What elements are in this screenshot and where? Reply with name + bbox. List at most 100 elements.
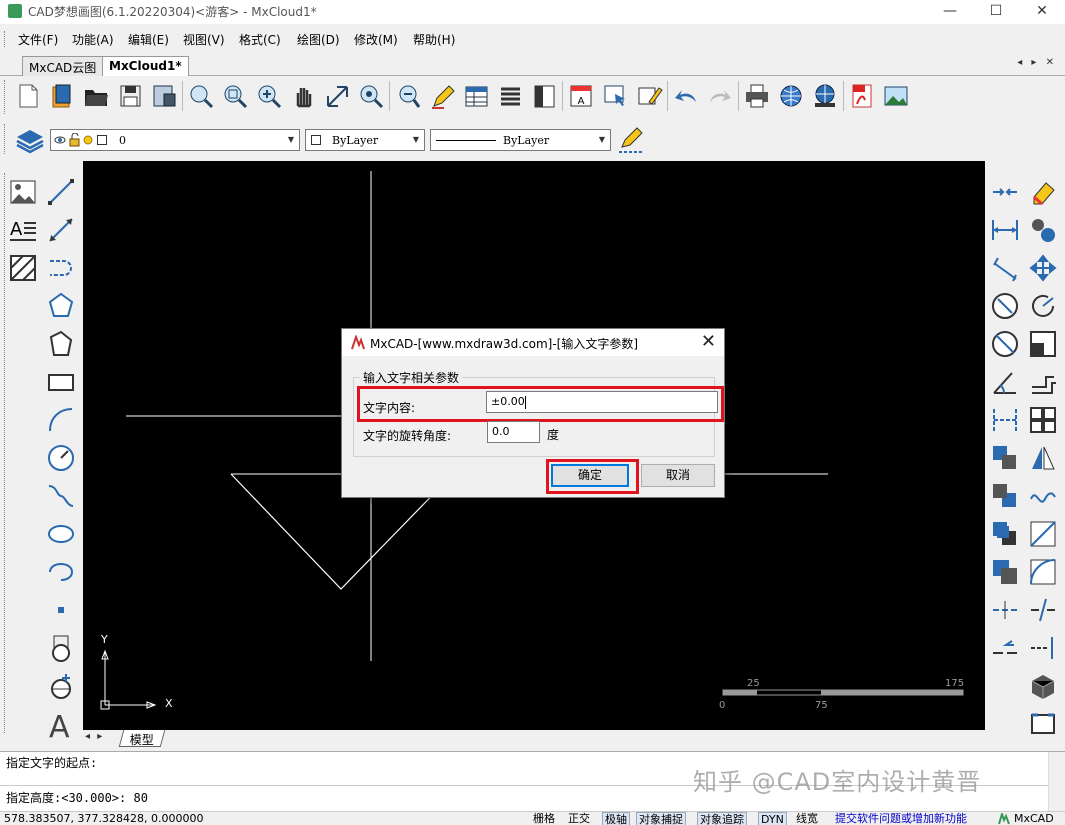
tab-mxcloud1[interactable]: MxCloud1*	[102, 56, 189, 76]
dim-linear-icon[interactable]	[988, 175, 1022, 209]
tab-nav-controls[interactable]: ◂ ▸ ✕	[1017, 57, 1057, 68]
erase-icon[interactable]	[1026, 175, 1060, 209]
layout-nav-arrows[interactable]: ◂ ▸	[85, 731, 104, 742]
rectangle-icon[interactable]	[44, 365, 78, 399]
dim-continue-icon[interactable]	[988, 403, 1022, 437]
toggle-polar[interactable]: 极轴	[602, 812, 630, 825]
dim-aligned-icon[interactable]	[988, 213, 1022, 247]
command-input-line[interactable]: 指定高度:<30.000>: 80	[6, 789, 148, 806]
text-style-icon[interactable]: A	[565, 80, 597, 112]
toggle-dyn[interactable]: DYN	[758, 812, 787, 825]
toggle-osnap[interactable]: 对象捕捉	[636, 812, 686, 825]
multiline-text-icon[interactable]: A	[6, 213, 40, 247]
menu-file[interactable]: 文件(F)	[18, 31, 58, 48]
match-properties-icon[interactable]	[633, 80, 665, 112]
linetype-scale-icon[interactable]	[988, 593, 1022, 627]
extend-icon[interactable]	[1026, 631, 1060, 665]
menu-help[interactable]: 帮助(H)	[413, 31, 455, 48]
rotation-angle-input[interactable]: 0.0	[487, 421, 540, 443]
line-icon[interactable]	[44, 175, 78, 209]
menu-modify[interactable]: 修改(M)	[354, 31, 398, 48]
text-content-input[interactable]: ±0.00	[486, 391, 718, 413]
dim-rotated-icon[interactable]	[988, 251, 1022, 285]
properties-icon[interactable]	[528, 80, 560, 112]
cancel-button[interactable]: 取消	[641, 464, 715, 487]
point-icon[interactable]	[44, 593, 78, 627]
draw-order-back-icon[interactable]	[988, 479, 1022, 513]
draw-order-front-icon[interactable]	[988, 441, 1022, 475]
xline-icon[interactable]	[44, 213, 78, 247]
menu-function[interactable]: 功能(A)	[72, 31, 114, 48]
tab-mxcad-cloud[interactable]: MxCAD云图	[22, 56, 104, 76]
select-cursor-icon[interactable]	[599, 80, 631, 112]
zoom-previous-icon[interactable]	[355, 80, 387, 112]
dialog-close-button[interactable]: ✕	[701, 331, 716, 352]
zoom-extents-icon[interactable]	[321, 80, 353, 112]
array-icon[interactable]	[1026, 403, 1060, 437]
new-template-icon[interactable]	[46, 80, 78, 112]
move-icon[interactable]	[1026, 251, 1060, 285]
toggle-otrack[interactable]: 对象追踪	[697, 812, 747, 825]
lineweight-pencil-icon[interactable]	[616, 125, 646, 155]
command-scrollbar[interactable]	[1048, 752, 1065, 812]
image-export-icon[interactable]	[880, 80, 912, 112]
trim-icon[interactable]	[1026, 593, 1060, 627]
pan-hand-icon[interactable]	[287, 80, 319, 112]
dim-angular-icon[interactable]	[988, 365, 1022, 399]
menu-format[interactable]: 格式(C)	[239, 31, 281, 48]
block-insert-icon[interactable]	[44, 631, 78, 665]
fillet-icon[interactable]	[1026, 555, 1060, 589]
draw-order-above-icon[interactable]	[988, 517, 1022, 551]
table-icon[interactable]	[460, 80, 492, 112]
close-window-button[interactable]: ✕	[1019, 0, 1065, 24]
toggle-lineweight[interactable]: 线宽	[796, 812, 818, 825]
redo-icon[interactable]	[704, 80, 736, 112]
make-block-icon[interactable]	[44, 669, 78, 703]
ok-button[interactable]: 确定	[551, 464, 629, 487]
toggle-grid[interactable]: 栅格	[533, 812, 555, 825]
break-line-icon[interactable]	[988, 631, 1022, 665]
new-file-icon[interactable]	[12, 80, 44, 112]
spline-icon[interactable]	[44, 479, 78, 513]
linetype-dropdown[interactable]: ByLayer ▼	[430, 129, 611, 151]
dim-diameter-icon[interactable]	[988, 327, 1022, 361]
3d-box-icon[interactable]	[1026, 669, 1060, 703]
undo-zoom-icon[interactable]	[392, 80, 424, 112]
save-icon[interactable]	[114, 80, 146, 112]
polygon-icon[interactable]	[44, 289, 78, 323]
menu-view[interactable]: 视图(V)	[183, 31, 225, 48]
scale-icon[interactable]	[1026, 327, 1060, 361]
toggle-ortho[interactable]: 正交	[568, 812, 590, 825]
explode-icon[interactable]	[1026, 707, 1060, 741]
offset-icon[interactable]	[1026, 365, 1060, 399]
menu-draw[interactable]: 绘图(D)	[297, 31, 340, 48]
web-globe-icon[interactable]	[775, 80, 807, 112]
region-icon[interactable]	[44, 327, 78, 361]
layer-dropdown[interactable]: 0 ▼	[50, 129, 300, 151]
rotate-icon[interactable]	[1026, 289, 1060, 323]
zoom-in-icon[interactable]	[253, 80, 285, 112]
maximize-button[interactable]: ☐	[973, 0, 1019, 24]
pencil-edit-icon[interactable]	[426, 80, 458, 112]
ellipse-icon[interactable]	[44, 517, 78, 551]
print-icon[interactable]	[741, 80, 773, 112]
feedback-link[interactable]: 提交软件问题或增加新功能	[835, 812, 967, 825]
insert-image-icon[interactable]	[6, 175, 40, 209]
network-icon[interactable]	[809, 80, 841, 112]
copy-object-icon[interactable]	[1026, 213, 1060, 247]
arc-icon[interactable]	[44, 403, 78, 437]
minimize-button[interactable]: —	[927, 0, 973, 24]
open-folder-icon[interactable]	[80, 80, 112, 112]
save-as-icon[interactable]	[148, 80, 180, 112]
ellipse-arc-icon[interactable]	[44, 555, 78, 589]
undo-icon[interactable]	[670, 80, 702, 112]
hatch-icon[interactable]	[6, 251, 40, 285]
menu-edit[interactable]: 编辑(E)	[128, 31, 169, 48]
tab-model[interactable]: 模型	[118, 730, 166, 747]
chamfer-icon[interactable]	[1026, 517, 1060, 551]
mirror-icon[interactable]	[1026, 441, 1060, 475]
dim-radius-icon[interactable]	[988, 289, 1022, 323]
zoom-realtime-icon[interactable]	[185, 80, 217, 112]
layer-manager-icon[interactable]	[14, 124, 46, 156]
single-text-icon[interactable]: A	[44, 707, 78, 741]
